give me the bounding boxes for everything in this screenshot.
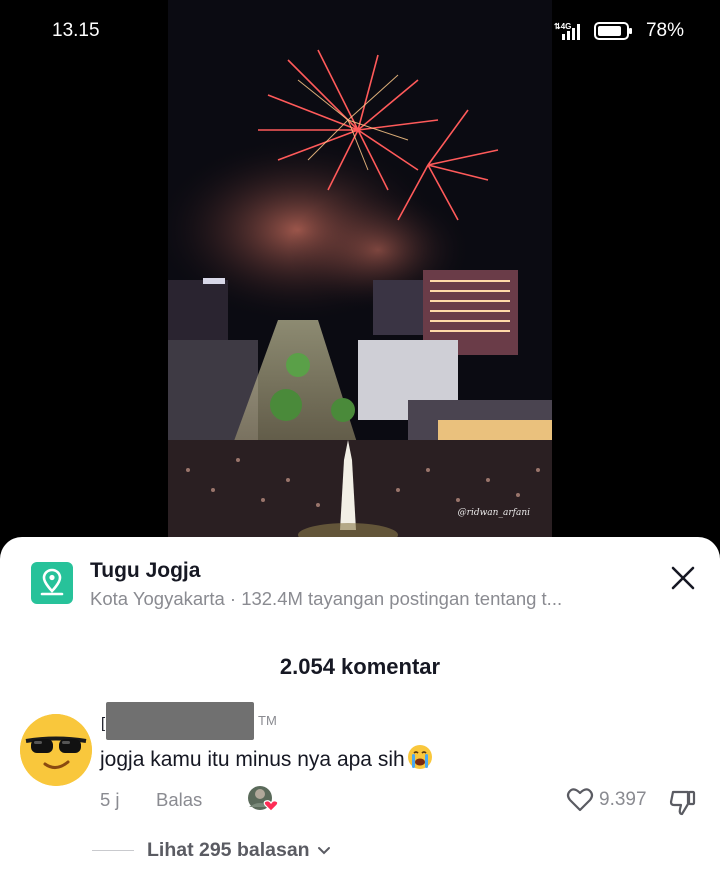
video-watermark: @ridwan_arfani	[457, 508, 530, 518]
video-preview[interactable]: @ridwan_arfani	[168, 0, 552, 540]
status-time: 13.15	[52, 20, 100, 41]
heart-outline-icon	[566, 788, 594, 812]
fireworks-city-image	[168, 0, 552, 540]
username-suffix: TM	[258, 713, 277, 728]
username-redacted[interactable]	[106, 702, 254, 740]
place-subtitle: Kota Yogyakarta · 132.4M tayangan postin…	[90, 588, 563, 609]
dislike-icon[interactable]	[668, 787, 698, 817]
username-start: [	[101, 715, 106, 732]
svg-text:⇅4G: ⇅4G	[554, 22, 571, 31]
avatar[interactable]	[20, 714, 92, 786]
crying-face-icon	[407, 745, 432, 769]
like-count: 9.397	[599, 789, 647, 810]
close-icon[interactable]	[668, 563, 698, 593]
sunglasses-emoji-avatar-icon	[20, 714, 92, 786]
comment-body: jogja kamu itu minus nya apa sih	[100, 748, 405, 771]
battery-icon	[593, 22, 632, 40]
location-pin-icon	[40, 568, 64, 596]
reply-button[interactable]: Balas	[156, 789, 202, 811]
view-replies-button[interactable]: Lihat 295 balasan	[147, 839, 332, 862]
replies-divider	[92, 850, 134, 851]
comments-count: 2.054 komentar	[279, 654, 441, 679]
signal-4g-icon: ⇅4G	[554, 22, 580, 40]
place-title[interactable]: Tugu Jogja	[90, 559, 200, 583]
comment-text: jogja kamu itu minus nya apa sih	[100, 744, 433, 772]
like-button[interactable]: 9.397	[566, 787, 647, 813]
creator-liked-badge-icon	[248, 786, 279, 812]
battery-percent: 78%	[645, 20, 684, 41]
comments-sheet: Tugu Jogja Kota Yogyakarta · 132.4M taya…	[0, 537, 720, 882]
comment-time: 5 j	[100, 789, 120, 810]
view-replies-label: Lihat 295 balasan	[147, 839, 310, 861]
chevron-down-icon	[317, 846, 330, 854]
place-badge[interactable]	[31, 562, 73, 604]
